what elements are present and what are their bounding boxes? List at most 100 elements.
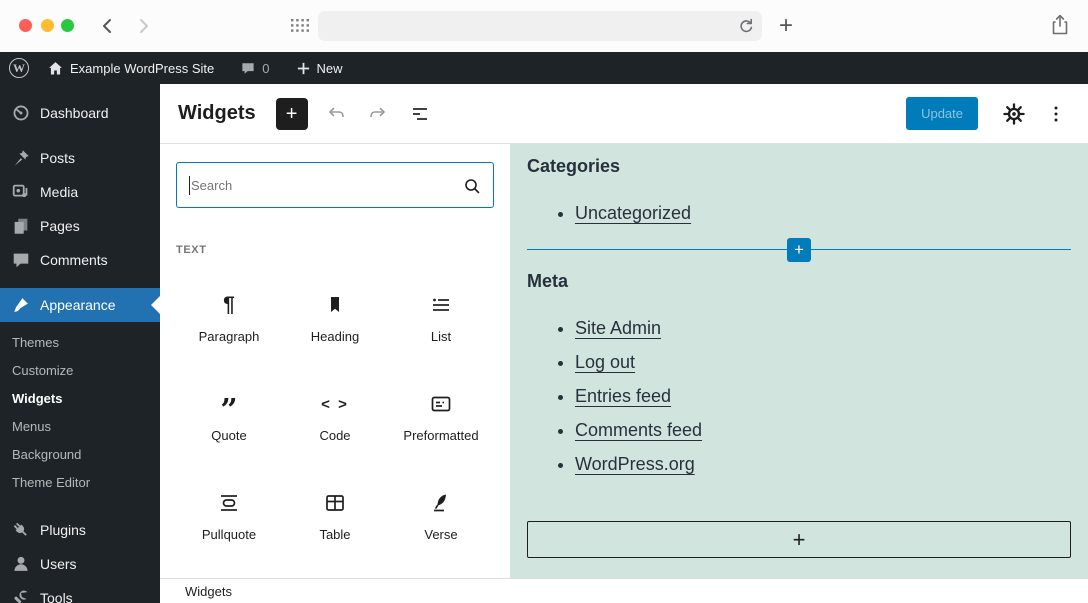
text-caret — [189, 176, 190, 195]
options-menu-button[interactable] — [1042, 100, 1070, 128]
address-bar[interactable] — [318, 11, 762, 41]
admin-bar-new[interactable]: New — [288, 52, 351, 84]
wordpress-logo-icon[interactable]: W — [9, 58, 29, 78]
sidebar-item-posts[interactable]: Posts — [0, 141, 160, 175]
address-input[interactable] — [318, 11, 762, 41]
plug-icon — [11, 520, 31, 540]
pages-icon — [11, 216, 31, 236]
sidebar-item-label: Pages — [40, 218, 80, 234]
sidebar-item-tools[interactable]: Tools — [0, 581, 160, 603]
sidebar-item-plugins[interactable]: Plugins — [0, 513, 160, 547]
code-icon: < > — [321, 391, 349, 417]
page-title: Widgets — [178, 102, 256, 125]
submenu-item-theme-editor[interactable]: Theme Editor — [0, 468, 160, 496]
sidebar-item-label: Plugins — [40, 522, 86, 538]
redo-icon — [367, 103, 389, 125]
plus-icon — [296, 61, 311, 76]
sidebar-item-dashboard[interactable]: Dashboard — [0, 96, 160, 130]
search-icon — [462, 176, 482, 201]
submenu-item-customize[interactable]: Customize — [0, 356, 160, 384]
quote-icon: ” — [220, 391, 237, 417]
admin-bar-comments[interactable]: 0 — [232, 52, 277, 84]
comment-count: 0 — [262, 61, 269, 76]
list-item: Comments feed — [575, 420, 1071, 441]
submenu-item-background[interactable]: Background — [0, 440, 160, 468]
link-uncategorized[interactable]: Uncategorized — [575, 203, 691, 223]
new-tab-button[interactable]: + — [774, 14, 798, 38]
sidebar-item-label: Dashboard — [40, 105, 109, 121]
table-icon — [323, 490, 347, 516]
block-inserter-panel: TEXT ¶ Paragraph Heading — [160, 144, 510, 578]
new-label: New — [317, 61, 343, 76]
submenu-item-menus[interactable]: Menus — [0, 412, 160, 440]
site-name: Example WordPress Site — [70, 61, 214, 76]
heading-icon — [323, 292, 347, 318]
block-search-box[interactable] — [176, 162, 494, 208]
wrench-icon — [11, 588, 31, 603]
share-icon[interactable] — [1049, 13, 1071, 42]
browser-chrome: + — [0, 0, 1088, 52]
tab-overview-icon[interactable] — [291, 19, 310, 38]
sidebar-item-label: Tools — [40, 590, 73, 603]
insert-block-button[interactable]: + — [787, 238, 811, 262]
sidebar-item-comments[interactable]: Comments — [0, 243, 160, 277]
settings-button[interactable] — [1000, 100, 1028, 128]
block-type-code[interactable]: < > Code — [282, 379, 388, 443]
list-icon — [429, 292, 453, 318]
block-type-pullquote[interactable]: Pullquote — [176, 478, 282, 542]
admin-bar-site-link[interactable]: Example WordPress Site — [39, 52, 222, 84]
block-type-heading[interactable]: Heading — [282, 280, 388, 344]
add-block-button[interactable]: + — [527, 521, 1071, 558]
comment-icon — [11, 250, 31, 270]
block-type-table[interactable]: Table — [282, 478, 388, 542]
block-type-quote[interactable]: ” Quote — [176, 379, 282, 443]
sidebar-item-label: Posts — [40, 150, 75, 166]
block-type-preformatted[interactable]: Preformatted — [388, 379, 494, 443]
sidebar-item-media[interactable]: Media — [0, 175, 160, 209]
block-type-paragraph[interactable]: ¶ Paragraph — [176, 280, 282, 344]
link-site-admin[interactable]: Site Admin — [575, 318, 661, 338]
widget-area-canvas: Categories Uncategorized + Meta Site Adm… — [510, 144, 1088, 578]
list-item: Log out — [575, 352, 1071, 373]
block-type-label: Table — [319, 527, 350, 542]
block-type-verse[interactable]: Verse — [388, 478, 494, 542]
submenu-item-themes[interactable]: Themes — [0, 328, 160, 356]
sidebar-item-label: Appearance — [40, 297, 116, 313]
submenu-item-widgets[interactable]: Widgets — [0, 384, 160, 412]
close-window-button[interactable] — [19, 19, 32, 32]
block-type-label: Preformatted — [403, 428, 478, 443]
media-icon — [11, 182, 31, 202]
link-log-out[interactable]: Log out — [575, 352, 635, 372]
sidebar-item-pages[interactable]: Pages — [0, 209, 160, 243]
block-type-list[interactable]: List — [388, 280, 494, 344]
block-type-label: Verse — [424, 527, 457, 542]
redo-button[interactable] — [364, 100, 392, 128]
reload-icon[interactable] — [736, 16, 756, 36]
block-search-input[interactable] — [177, 163, 493, 207]
wp-admin-sidebar: Dashboard Posts Media Pages — [0, 84, 160, 603]
block-type-label: Pullquote — [202, 527, 256, 542]
brush-icon — [11, 295, 31, 315]
block-inserter-toggle-button[interactable]: + — [276, 98, 308, 130]
link-wordpress-org[interactable]: WordPress.org — [575, 454, 695, 474]
update-button[interactable]: Update — [906, 97, 978, 130]
minimize-window-button[interactable] — [41, 19, 54, 32]
undo-icon — [325, 103, 347, 125]
list-view-button[interactable] — [406, 100, 434, 128]
wp-admin-bar: W Example WordPress Site 0 New — [0, 52, 1088, 84]
browser-back-button[interactable] — [98, 16, 118, 36]
browser-forward-button[interactable] — [133, 16, 153, 36]
widgets-editor-header: Widgets + — [160, 84, 1088, 144]
zoom-window-button[interactable] — [61, 19, 74, 32]
block-type-label: Heading — [311, 329, 359, 344]
breadcrumb[interactable]: Widgets — [185, 584, 232, 599]
dashboard-icon — [11, 103, 31, 123]
link-comments-feed[interactable]: Comments feed — [575, 420, 702, 440]
sidebar-item-appearance[interactable]: Appearance — [0, 288, 160, 322]
list-item: Uncategorized — [575, 203, 1071, 224]
undo-button[interactable] — [322, 100, 350, 128]
list-item: Site Admin — [575, 318, 1071, 339]
verse-icon — [429, 490, 453, 516]
link-entries-feed[interactable]: Entries feed — [575, 386, 671, 406]
sidebar-item-users[interactable]: Users — [0, 547, 160, 581]
